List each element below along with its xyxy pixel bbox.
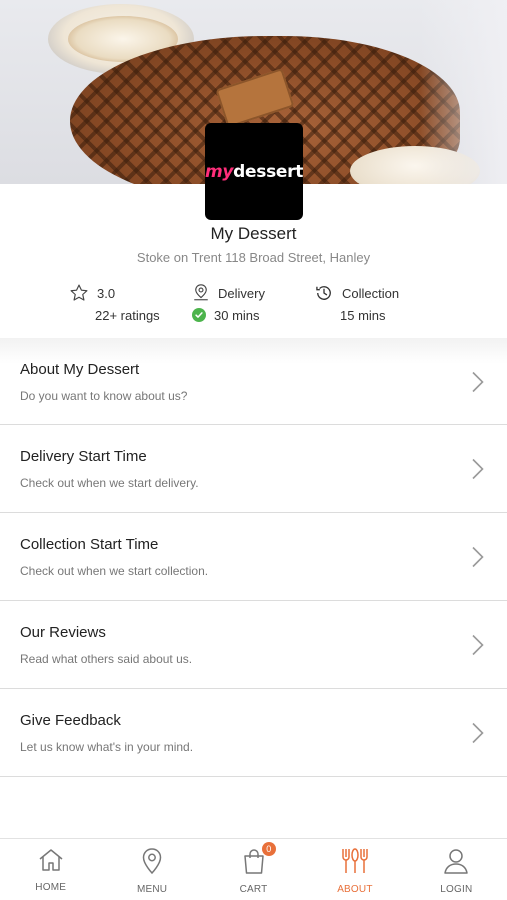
location-pin-icon (140, 847, 164, 880)
rating-stat: 3.0 22+ ratings (69, 282, 160, 326)
store-address: Stoke on Trent 118 Broad Street, Hanley (136, 250, 371, 265)
tab-cart[interactable]: 0 CART (203, 839, 304, 900)
menu-item-collection-start-time[interactable]: Collection Start Time Check out when we … (0, 513, 507, 601)
store-name: My Dessert (210, 224, 297, 243)
delivery-label: Delivery (218, 285, 265, 301)
tab-about[interactable]: ABOUT (304, 839, 405, 900)
logo-text-my: my (204, 161, 234, 182)
chevron-right-icon (471, 722, 485, 749)
rating-value: 3.0 (97, 285, 116, 301)
delivery-stat: Delivery 30 mins (192, 282, 265, 326)
menu-item-about[interactable]: About My Dessert Do you want to know abo… (0, 338, 507, 425)
chevron-right-icon (471, 634, 485, 661)
tab-label: LOGIN (440, 884, 473, 895)
tab-home[interactable]: HOME (0, 839, 101, 900)
menu-item-reviews[interactable]: Our Reviews Read what others said about … (0, 601, 507, 689)
logo-text-dessert: dessert (233, 161, 304, 182)
menu-item-subtitle: Do you want to know about us? (20, 389, 188, 403)
user-icon (443, 847, 469, 880)
store-logo: mydessert (205, 123, 303, 220)
menu-item-subtitle: Check out when we start collection. (20, 564, 209, 578)
menu-item-feedback[interactable]: Give Feedback Let us know what's in your… (0, 689, 507, 777)
menu-item-subtitle: Check out when we start delivery. (20, 476, 199, 490)
menu-item-subtitle: Let us know what's in your mind. (20, 740, 194, 754)
tab-label: CART (239, 884, 268, 895)
menu-item-title: About My Dessert (20, 361, 140, 378)
tab-login[interactable]: LOGIN (406, 839, 507, 900)
delivery-time: 30 mins (214, 307, 260, 323)
tab-label: ABOUT (337, 884, 373, 895)
star-icon (69, 283, 89, 303)
menu-item-title: Give Feedback (20, 712, 121, 729)
delivery-pin-icon (192, 283, 210, 303)
collection-label: Collection (342, 285, 400, 301)
chevron-right-icon (471, 546, 485, 573)
clock-history-icon (314, 283, 334, 303)
collection-time: 15 mins (340, 307, 386, 323)
menu-item-title: Collection Start Time (20, 536, 159, 553)
tab-label: HOME (35, 882, 67, 893)
menu-item-title: Our Reviews (20, 624, 106, 641)
menu-item-delivery-start-time[interactable]: Delivery Start Time Check out when we st… (0, 425, 507, 513)
cart-count-badge: 0 (261, 842, 276, 856)
tab-label: MENU (136, 884, 168, 895)
rating-count: 22+ ratings (95, 307, 160, 323)
menu-item-title: Delivery Start Time (20, 448, 147, 465)
tab-menu[interactable]: MENU (101, 839, 202, 900)
home-icon (37, 847, 65, 878)
bottom-tab-bar: HOME MENU 0 CART ABOUT LOGIN (0, 838, 507, 900)
chevron-right-icon (471, 371, 485, 398)
check-icon (192, 308, 206, 322)
plate-edge (420, 0, 507, 184)
cutlery-icon (339, 847, 371, 880)
about-menu-list: About My Dessert Do you want to know abo… (0, 338, 507, 777)
menu-item-subtitle: Read what others said about us. (20, 652, 193, 666)
collection-stat: Collection 15 mins (314, 282, 399, 326)
chevron-right-icon (471, 458, 485, 485)
